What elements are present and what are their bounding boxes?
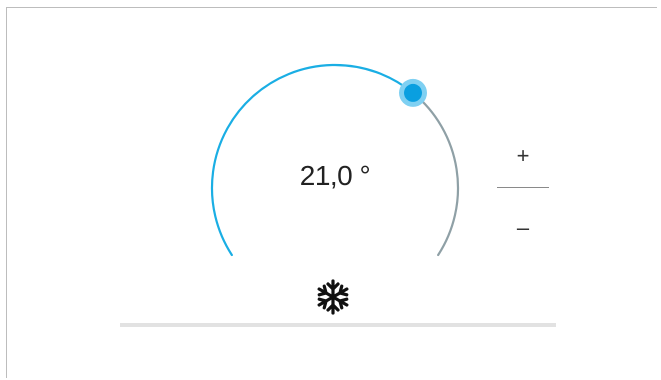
increase-temperature-button[interactable]: + <box>497 138 549 174</box>
dial-inactive-arc <box>411 91 460 257</box>
panel-baseline <box>120 323 556 327</box>
temperature-readout: 21,0 ° <box>299 160 371 191</box>
decrease-temperature-button[interactable]: – <box>497 210 549 246</box>
dial-knob[interactable] <box>404 83 423 102</box>
snowflake-icon[interactable] <box>312 276 354 318</box>
stepper-divider <box>497 187 549 188</box>
